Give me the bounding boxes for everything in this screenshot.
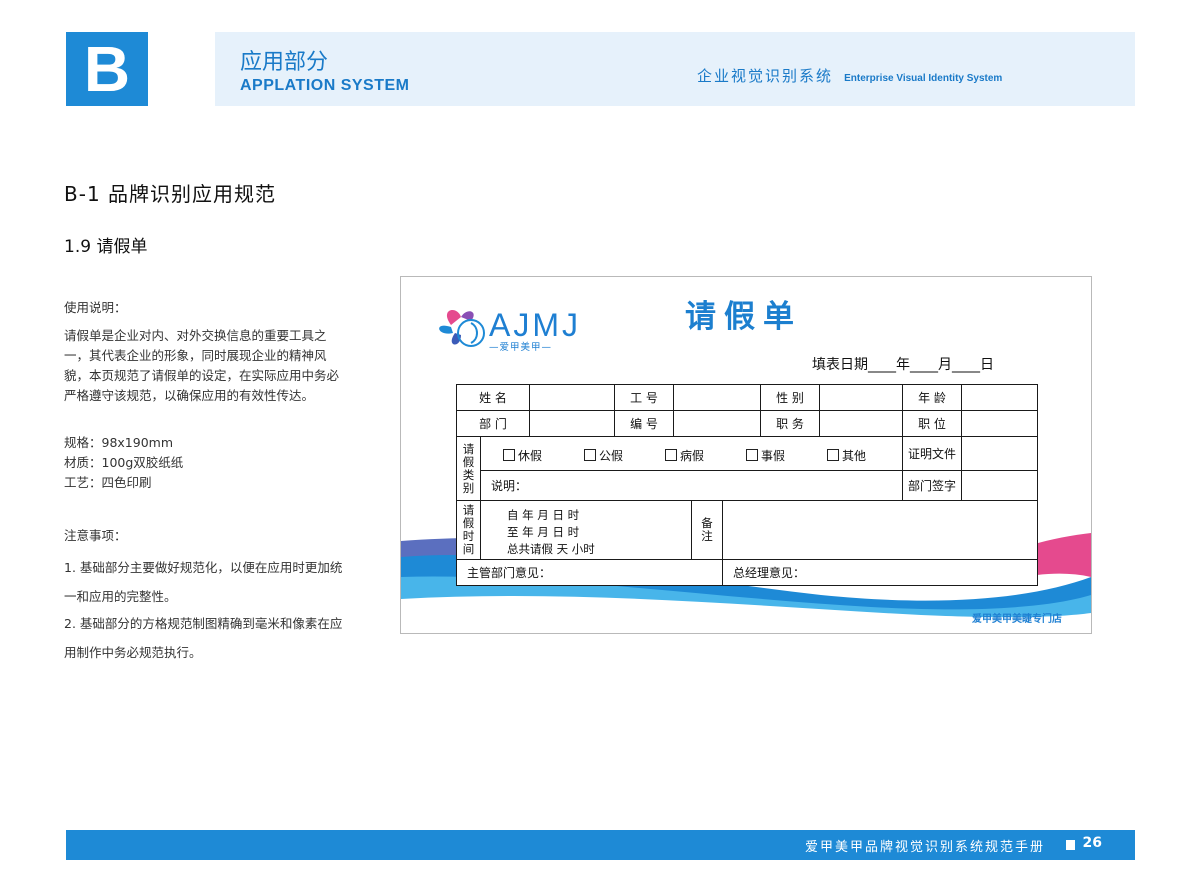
leave-option[interactable]: 事假	[746, 447, 785, 464]
page-number: 26	[1082, 835, 1102, 851]
field-gender[interactable]	[819, 384, 903, 411]
label-duty: 职 务	[760, 410, 820, 437]
checkbox-icon	[746, 449, 758, 461]
header-title-cn: 应用部分	[240, 50, 329, 75]
label-age: 年 龄	[902, 384, 962, 411]
header-title-en: APPLATION SYSTEM	[240, 77, 410, 94]
footer-title: 爱甲美甲品牌视觉识别系统规范手册	[804, 840, 1045, 855]
leave-type-label: 请 假 类 别	[456, 436, 481, 501]
label-employee-no: 工 号	[614, 384, 674, 411]
field-department[interactable]	[529, 410, 615, 437]
checkbox-icon	[665, 449, 677, 461]
time-from: 自 年 月 日 时	[507, 508, 580, 522]
field-dept-sign[interactable]	[961, 470, 1038, 501]
section-title: B-1 品牌识别应用规范	[64, 182, 277, 206]
checkbox-icon	[503, 449, 515, 461]
header-system-en: Enterprise Visual Identity System	[844, 73, 1003, 84]
label-certificate: 证明文件	[902, 436, 962, 471]
label-number: 编 号	[614, 410, 674, 437]
field-name[interactable]	[529, 384, 615, 411]
spec-size: 规格：98x190mm	[64, 435, 174, 450]
header-system-cn: 企业视觉识别系统	[697, 67, 834, 85]
note-item: 2. 基础部分的方格规范制图精确到毫米和像素在应用制作中务必规范执行。	[64, 616, 343, 660]
field-number[interactable]	[673, 410, 761, 437]
label-dept-sign: 部门签字	[902, 470, 962, 501]
leave-option[interactable]: 休假	[503, 447, 542, 464]
notes-heading: 注意事项：	[64, 528, 127, 543]
checkbox-icon	[584, 449, 596, 461]
remark-label: 备 注	[691, 500, 723, 560]
leave-option[interactable]: 其他	[827, 447, 866, 464]
spec-process: 工艺：四色印刷	[64, 475, 152, 490]
field-age[interactable]	[961, 384, 1038, 411]
field-certificate[interactable]	[961, 436, 1038, 471]
logo-icon	[439, 310, 485, 347]
spec-material: 材质：100g双胶纸纸	[64, 455, 184, 470]
subsection-title: 1.9 请假单	[64, 237, 148, 257]
section-badge: B	[66, 32, 148, 106]
usage-body: 请假单是企业对内、对外交换信息的重要工具之一，其代表企业的形象，同时展现企业的精…	[64, 328, 340, 403]
checkbox-icon	[827, 449, 839, 461]
fill-date: 填表日期____年____月____日	[812, 357, 994, 373]
label-department: 部 门	[456, 410, 530, 437]
footer-square-icon	[1066, 840, 1075, 850]
time-to: 至 年 月 日 时	[507, 525, 580, 539]
spec-block: 规格：98x190mm 材质：100g双胶纸纸 工艺：四色印刷	[64, 433, 183, 493]
header-system-name: 企业视觉识别系统 Enterprise Visual Identity Syst…	[697, 65, 1002, 86]
explain-field[interactable]: 说明：	[480, 470, 903, 501]
page-footer: 爱甲美甲品牌视觉识别系统规范手册 26	[66, 830, 1135, 860]
header-divider	[148, 32, 215, 106]
field-duty[interactable]	[819, 410, 903, 437]
field-position[interactable]	[961, 410, 1038, 437]
form-title: 请假单	[685, 299, 802, 335]
leave-time-label: 请 假 时 间	[456, 500, 481, 560]
time-total: 总共请假 天 小时	[507, 542, 595, 556]
manager-opinion-field[interactable]: 主管部门意见：	[456, 559, 723, 586]
label-position: 职 位	[902, 410, 962, 437]
leave-form-card: AJMJ —爱甲美甲— 请假单 填表日期____年____月____日 姓 名 …	[400, 276, 1092, 634]
logo-subtitle: —爱甲美甲—	[489, 342, 553, 353]
leave-option[interactable]: 公假	[584, 447, 623, 464]
page-header: B 应用部分 APPLATION SYSTEM 企业视觉识别系统 Enterpr…	[66, 32, 1135, 106]
note-item: 1. 基础部分主要做好规范化，以便在应用时更加统一和应用的完整性。	[64, 560, 343, 604]
remark-field[interactable]	[722, 500, 1038, 560]
field-employee-no[interactable]	[673, 384, 761, 411]
leave-option[interactable]: 病假	[665, 447, 704, 464]
gm-opinion-field[interactable]: 总经理意见：	[722, 559, 1038, 586]
label-name: 姓 名	[456, 384, 530, 411]
label-gender: 性 别	[760, 384, 820, 411]
usage-heading: 使用说明：	[64, 300, 127, 315]
store-name: 爱甲美甲美睫专门店	[972, 614, 1062, 625]
